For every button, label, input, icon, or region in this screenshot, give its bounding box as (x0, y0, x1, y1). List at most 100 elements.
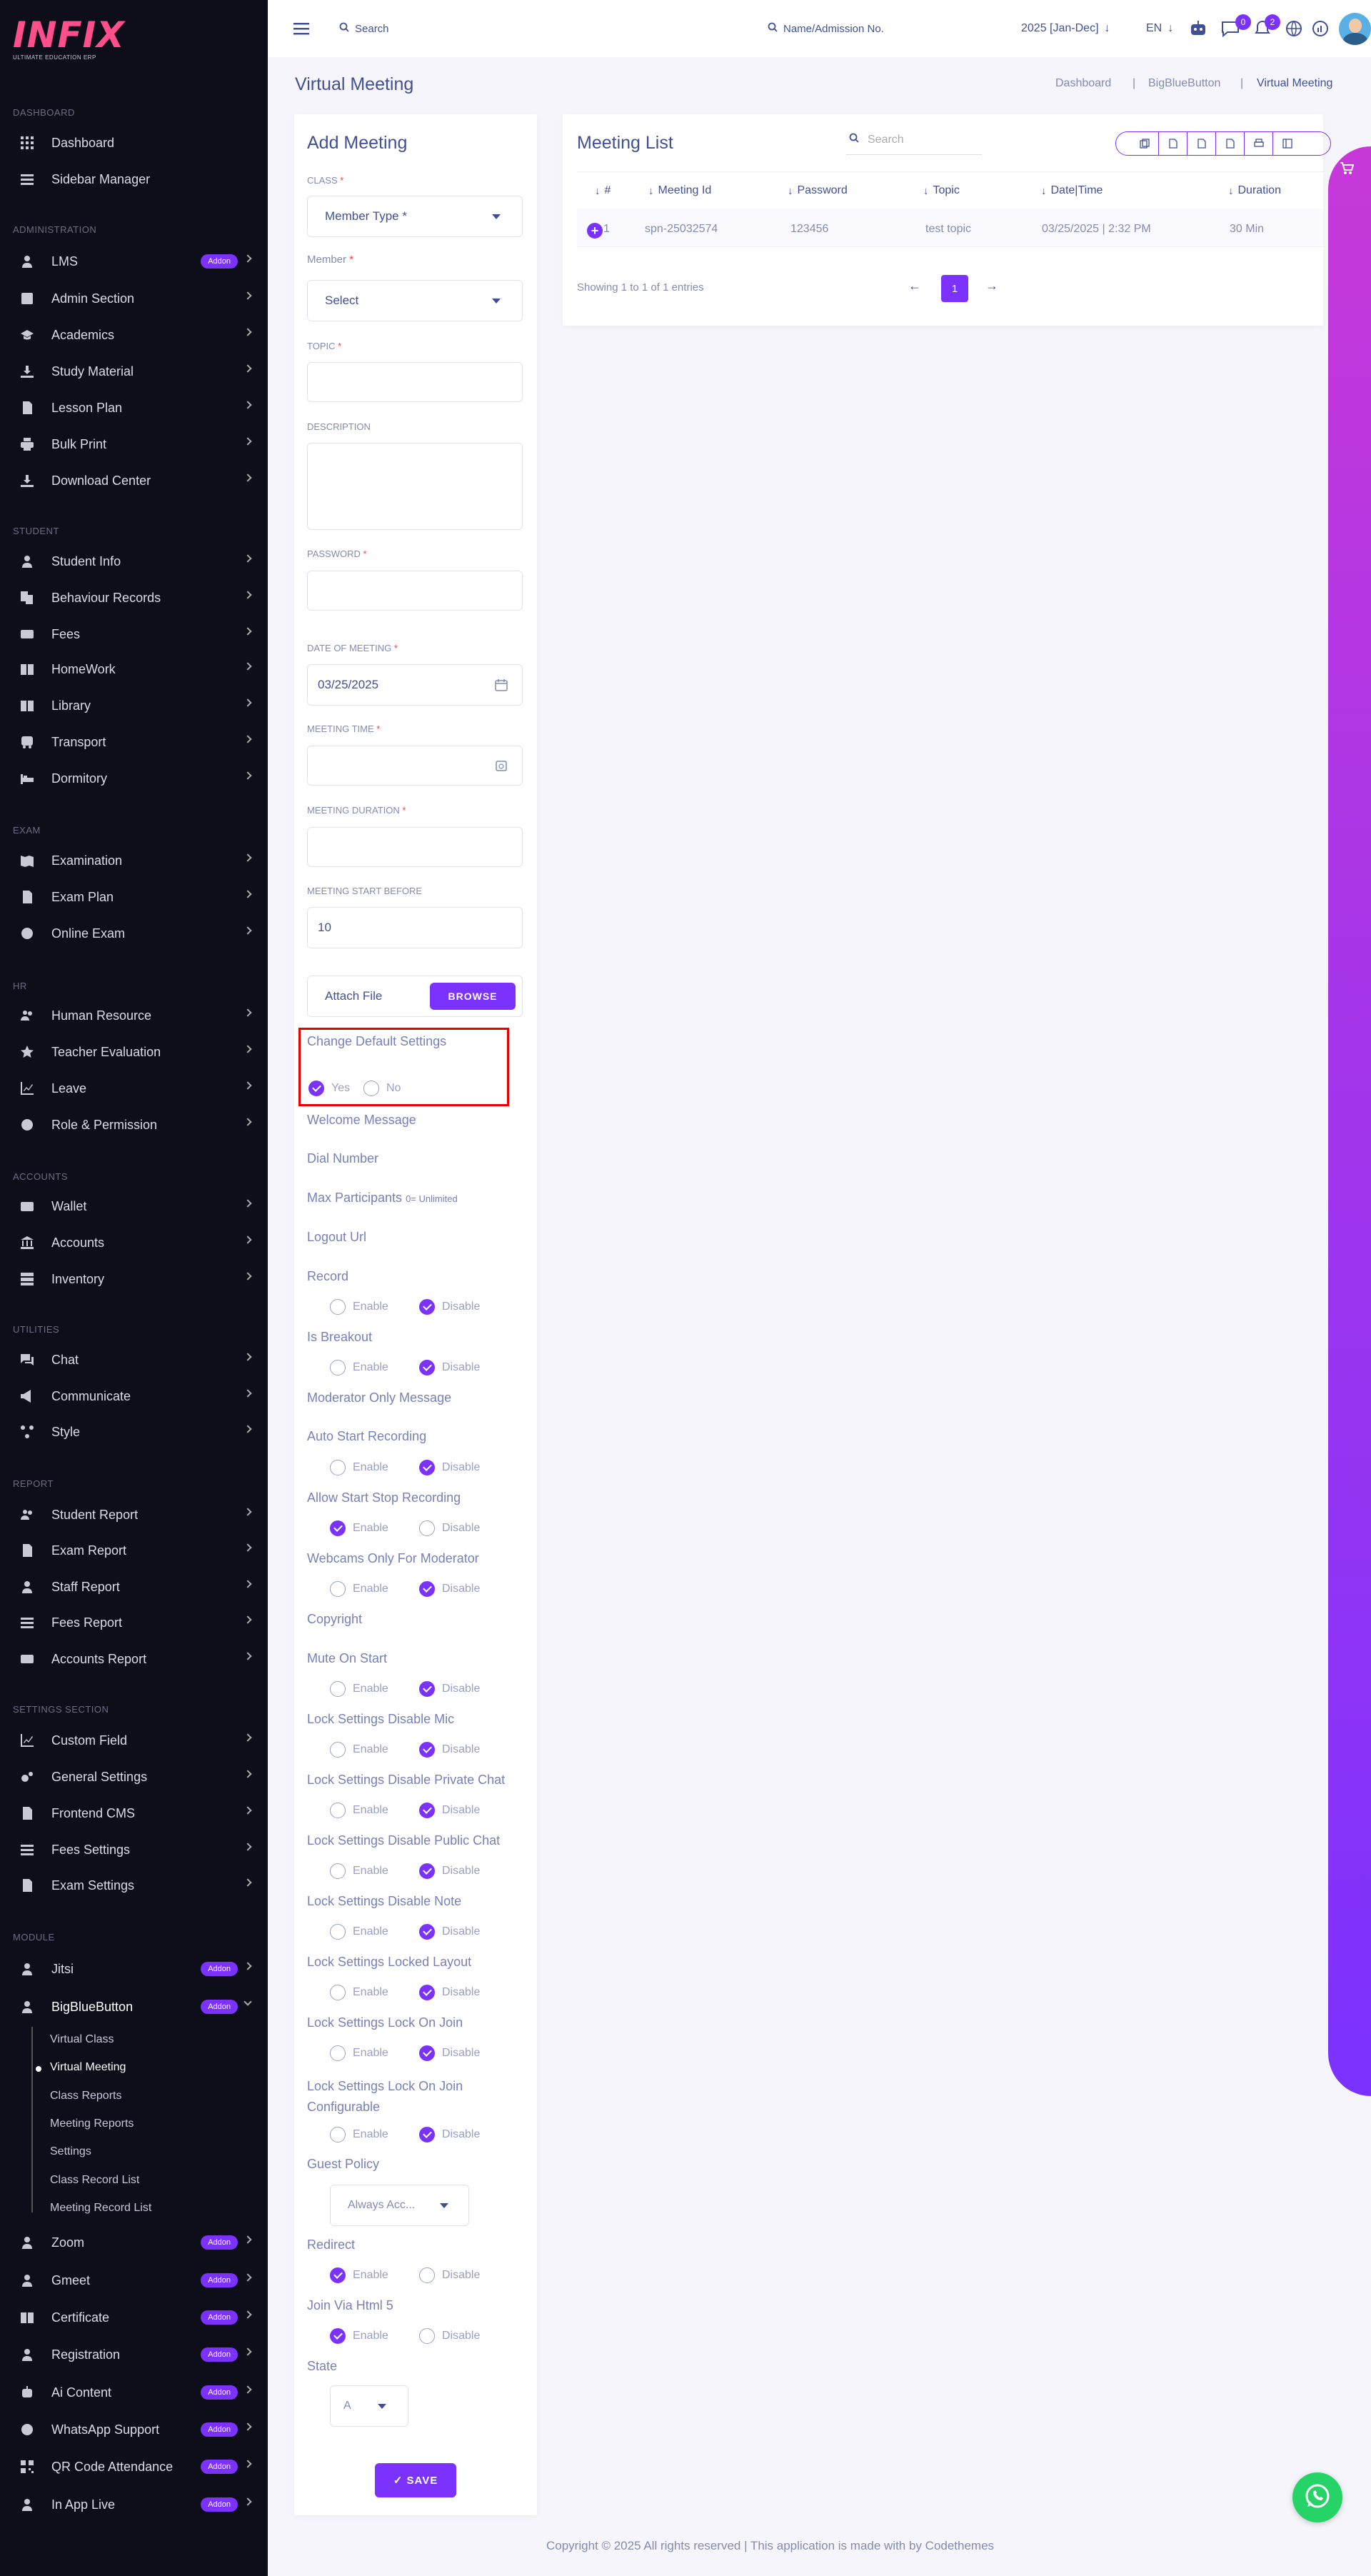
sidebar-item-staff-report[interactable]: Staff Report (0, 1573, 268, 1601)
submenu-virtual-class[interactable]: Virtual Class (50, 2033, 114, 2046)
sidebar-item-behaviour-records[interactable]: Behaviour Records (0, 583, 268, 612)
sidebar-item-download-center[interactable]: Download Center (0, 466, 268, 495)
messages-icon[interactable]: 0 (1221, 0, 1251, 57)
student-search-input[interactable]: Name/Admission No. (768, 0, 968, 57)
lock-on-join-disable-radio[interactable]: Disable (419, 2045, 480, 2061)
submenu-class-reports[interactable]: Class Reports (50, 2090, 121, 2103)
sidebar-item-bigbluebutton[interactable]: BigBlueButton Addon (0, 1993, 268, 2021)
page-button[interactable]: 1 (941, 275, 968, 302)
description-textarea[interactable] (307, 443, 523, 530)
sidebar-item-exam-settings[interactable]: Exam Settings (0, 1871, 268, 1900)
sidebar-item-accounts-report[interactable]: Accounts Report (0, 1645, 268, 1673)
col-topic[interactable]: ↓ Topic (923, 184, 960, 197)
col-duration[interactable]: ↓ Duration (1228, 184, 1281, 197)
sidebar-item-communicate[interactable]: Communicate (0, 1382, 268, 1410)
lock-mic-disable-radio[interactable]: Disable (419, 1742, 480, 1758)
sidebar-item-student-report[interactable]: Student Report (0, 1500, 268, 1529)
submenu-meeting-reports[interactable]: Meeting Reports (50, 2118, 134, 2130)
submenu-settings[interactable]: Settings (50, 2145, 91, 2158)
sidebar-item-exam-report[interactable]: Exam Report (0, 1536, 268, 1565)
redirect-disable-radio[interactable]: Disable (419, 2267, 480, 2283)
sidebar-item-transport[interactable]: Transport (0, 728, 268, 756)
record-enable-radio[interactable]: Enable (330, 1299, 388, 1315)
col-datetime[interactable]: ↓ Date|Time (1041, 184, 1103, 197)
webcams-enable-radio[interactable]: Enable (330, 1581, 388, 1597)
breadcrumb-bigbluebutton[interactable]: BigBlueButton (1148, 77, 1220, 90)
col-num[interactable]: ↓ # (595, 184, 611, 197)
sidebar-item-homework[interactable]: HomeWork (0, 655, 268, 683)
sidebar-item-study-material[interactable]: Study Material (0, 357, 268, 386)
sidebar-item-role-permission[interactable]: Role & Permission (0, 1111, 268, 1139)
browse-button[interactable]: BROWSE (430, 983, 516, 1010)
print-icon[interactable] (1245, 132, 1273, 155)
sidebar-item-leave[interactable]: Leave (0, 1074, 268, 1103)
lock-private-chat-enable-radio[interactable]: Enable (330, 1803, 388, 1818)
cart-icon[interactable] (1337, 159, 1357, 179)
lock-layout-disable-radio[interactable]: Disable (419, 1985, 480, 2000)
breakout-enable-radio[interactable]: Enable (330, 1360, 388, 1375)
breakout-disable-radio[interactable]: Disable (419, 1360, 480, 1375)
change-settings-yes-radio[interactable]: Yes (308, 1081, 350, 1096)
lock-private-chat-disable-radio[interactable]: Disable (419, 1803, 480, 1818)
sidebar-item-inventory[interactable]: Inventory (0, 1265, 268, 1293)
bell-icon[interactable]: 2 (1255, 0, 1280, 57)
hamburger-icon[interactable] (293, 0, 309, 57)
globe-icon[interactable] (1285, 0, 1302, 57)
sidebar-item-chat[interactable]: Chat (0, 1345, 268, 1374)
member-select[interactable]: Select (307, 280, 523, 321)
prev-page-icon[interactable]: ← (908, 279, 921, 294)
topic-input[interactable] (307, 362, 523, 402)
meeting-time-input[interactable] (307, 746, 523, 786)
submenu-virtual-meeting[interactable]: Virtual Meeting (50, 2061, 126, 2074)
sidebar-item-online-exam[interactable]: Online Exam (0, 919, 268, 948)
redirect-enable-radio[interactable]: Enable (330, 2267, 388, 2283)
sidebar-item-exam-plan[interactable]: Exam Plan (0, 883, 268, 911)
sidebar-item-lesson-plan[interactable]: Lesson Plan (0, 394, 268, 422)
mute-enable-radio[interactable]: Enable (330, 1681, 388, 1697)
sidebar-item-library[interactable]: Library (0, 691, 268, 720)
lock-public-chat-disable-radio[interactable]: Disable (419, 1863, 480, 1879)
copy-icon[interactable] (1130, 132, 1159, 155)
logo[interactable]: INFIX ULTIMATE EDUCATION ERP (13, 16, 124, 66)
lock-mic-enable-radio[interactable]: Enable (330, 1742, 388, 1758)
sidebar-item-bulk-print[interactable]: Bulk Print (0, 430, 268, 458)
expand-plus-icon[interactable]: + (587, 223, 603, 239)
sidebar-item-lms[interactable]: LMS Addon (0, 247, 268, 276)
col-password[interactable]: ↓ Password (788, 184, 848, 197)
columns-icon[interactable] (1273, 132, 1302, 155)
lock-on-join-config-disable-radio[interactable]: Disable (419, 2127, 480, 2143)
lock-public-chat-enable-radio[interactable]: Enable (330, 1863, 388, 1879)
robot-icon[interactable] (1189, 0, 1207, 57)
submenu-class-record-list[interactable]: Class Record List (50, 2174, 139, 2187)
pdf-icon[interactable] (1216, 132, 1245, 155)
sidebar-item-dashboard[interactable]: Dashboard (0, 129, 268, 157)
sidebar-item-accounts[interactable]: Accounts (0, 1228, 268, 1257)
allow-start-stop-enable-radio[interactable]: Enable (330, 1520, 388, 1536)
sidebar-item-ai-content[interactable]: Ai Content Addon (0, 2378, 268, 2407)
member-type-select[interactable]: Member Type * (307, 196, 523, 237)
auto-start-disable-radio[interactable]: Disable (419, 1460, 480, 1475)
whatsapp-float-button[interactable] (1292, 2472, 1342, 2522)
date-input[interactable]: 03/25/2025 (307, 664, 523, 706)
change-settings-no-radio[interactable]: No (363, 1081, 401, 1096)
meeting-start-before-input[interactable]: 10 (307, 907, 523, 948)
state-select[interactable]: A (330, 2385, 408, 2427)
sidebar-item-dormitory[interactable]: Dormitory (0, 764, 268, 793)
join-html5-disable-radio[interactable]: Disable (419, 2328, 480, 2344)
record-disable-radio[interactable]: Disable (419, 1299, 480, 1315)
password-input[interactable] (307, 571, 523, 611)
lock-on-join-enable-radio[interactable]: Enable (330, 2045, 388, 2061)
meeting-duration-input[interactable] (307, 827, 523, 867)
sidebar-item-student-info[interactable]: Student Info (0, 547, 268, 576)
lock-note-disable-radio[interactable]: Disable (419, 1924, 480, 1940)
lock-note-enable-radio[interactable]: Enable (330, 1924, 388, 1940)
sidebar-item-wallet[interactable]: Wallet (0, 1192, 268, 1221)
col-meeting-id[interactable]: ↓ Meeting Id (648, 184, 711, 197)
allow-start-stop-disable-radio[interactable]: Disable (419, 1520, 480, 1536)
sidebar-item-admin-section[interactable]: Admin Section (0, 284, 268, 313)
sidebar-item-certificate[interactable]: Certificate Addon (0, 2303, 268, 2332)
sidebar-item-examination[interactable]: Examination (0, 846, 268, 875)
avatar[interactable] (1339, 0, 1371, 57)
language-selector[interactable]: EN ↓ (1146, 0, 1173, 57)
sidebar-item-in-app-live[interactable]: In App Live Addon (0, 2490, 268, 2519)
